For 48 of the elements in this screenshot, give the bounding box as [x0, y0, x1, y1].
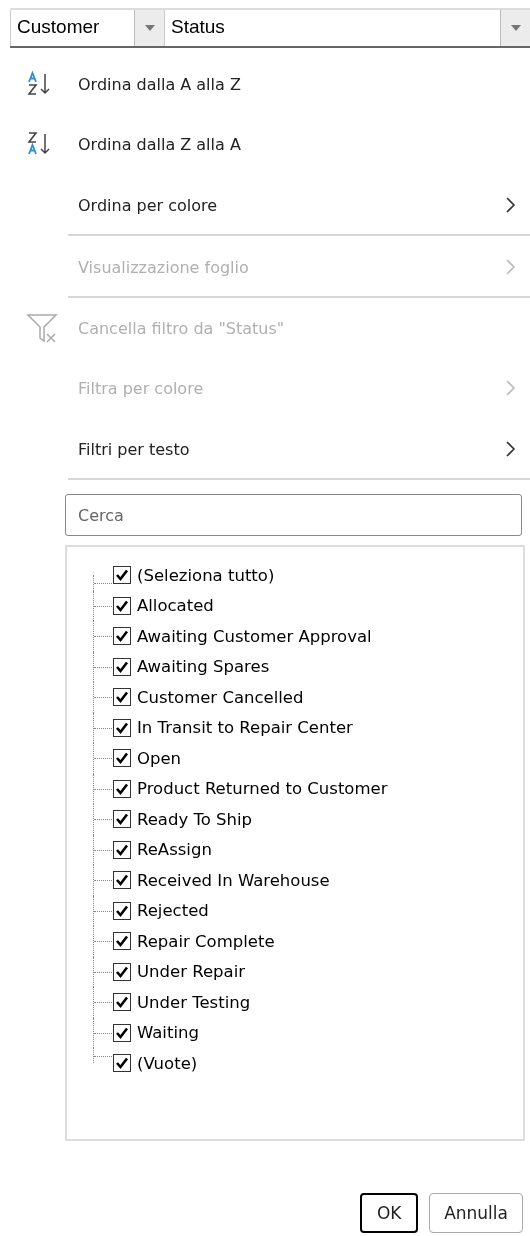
menu-item[interactable]: Ordina dalla Z alla A: [0, 114, 530, 174]
checkbox[interactable]: [113, 596, 131, 615]
checkbox[interactable]: [113, 688, 131, 707]
search-field[interactable]: Cerca: [65, 494, 522, 536]
checkbox[interactable]: [113, 901, 131, 920]
filter-value-label[interactable]: Repair Complete: [137, 931, 275, 951]
filter-value-label[interactable]: Awaiting Customer Approval: [137, 626, 372, 646]
filter-dropdown-button[interactable]: [500, 10, 530, 46]
filter-value-label[interactable]: Ready To Ship: [137, 809, 253, 829]
dropdown-arrow-icon: [144, 25, 155, 31]
filter-value-label[interactable]: In Transit to Repair Center: [137, 718, 353, 738]
filter-value-label[interactable]: Customer Cancelled: [137, 687, 304, 707]
checkbox[interactable]: [113, 657, 131, 676]
filter-value-label[interactable]: ReAssign: [137, 840, 212, 860]
filter-value-label[interactable]: Waiting: [137, 1023, 199, 1043]
menu-item[interactable]: Ordina per colore: [0, 174, 530, 236]
checkbox[interactable]: [113, 810, 131, 829]
checkbox[interactable]: [113, 1023, 131, 1042]
checkbox[interactable]: [113, 993, 131, 1012]
filter-dropdown-button[interactable]: [134, 10, 164, 46]
filter-value-label[interactable]: Product Returned to Customer: [137, 779, 388, 799]
checkbox[interactable]: [113, 566, 131, 585]
checkbox[interactable]: [113, 840, 131, 859]
cancel-button[interactable]: Annulla: [429, 1193, 523, 1233]
filter-value-label[interactable]: Open: [137, 748, 182, 768]
menu-item[interactable]: Ordina dalla A alla Z: [0, 54, 530, 114]
checkbox[interactable]: [113, 962, 131, 981]
filter-value-label[interactable]: (Vuote): [137, 1053, 198, 1073]
filter-value-label[interactable]: Under Repair: [137, 962, 245, 982]
filter-value-label[interactable]: Received In Warehouse: [137, 870, 330, 890]
checkbox[interactable]: [113, 932, 131, 951]
clear-filter-icon: [26, 312, 58, 344]
dropdown-arrow-icon: [510, 25, 521, 31]
filter-value-label[interactable]: Under Testing: [137, 992, 251, 1012]
ok-button[interactable]: OK: [360, 1193, 419, 1233]
filter-value-label[interactable]: Rejected: [137, 901, 209, 921]
filter-value-label[interactable]: (Seleziona tutto): [137, 565, 275, 585]
column-title: Customer: [16, 15, 101, 39]
checkbox[interactable]: [113, 718, 131, 737]
checkbox[interactable]: [113, 627, 131, 646]
menu-item[interactable]: Filtri per testo: [0, 418, 530, 480]
filter-value-label[interactable]: Allocated: [137, 596, 214, 616]
filter-value-label[interactable]: Awaiting Spares: [137, 657, 270, 677]
checkbox[interactable]: [113, 779, 131, 798]
checkbox[interactable]: [113, 871, 131, 890]
checkbox[interactable]: [113, 1054, 131, 1073]
checkbox[interactable]: [113, 749, 131, 768]
column-title: Status: [170, 15, 226, 39]
